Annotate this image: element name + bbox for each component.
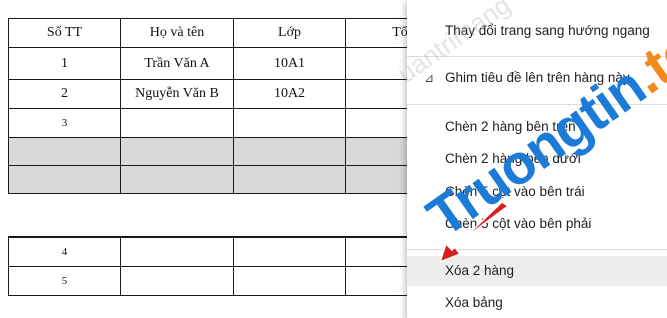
header-cell-class[interactable]: Lớp — [233, 18, 346, 48]
table-bottom: 4 5 — [8, 236, 469, 296]
table-cell[interactable] — [120, 266, 234, 296]
selected-row — [8, 137, 469, 166]
table-cell[interactable] — [233, 108, 346, 138]
selected-row — [8, 165, 469, 194]
table-top: Số TT Họ và tên Lớp Tổng 1 Trần Văn A 10… — [8, 18, 469, 194]
menu-item-delete-table[interactable]: Xóa bảng — [407, 288, 667, 318]
table-row: 5 — [8, 266, 469, 296]
table-cell[interactable] — [120, 108, 234, 138]
table-cell[interactable]: Trần Văn A — [120, 47, 234, 80]
table-cell[interactable]: 3 — [8, 108, 121, 138]
table-cell[interactable]: Nguyễn Văn B — [120, 79, 234, 109]
table-cell[interactable] — [8, 165, 121, 194]
table-row: 4 — [8, 237, 469, 267]
table-row: 3 — [8, 108, 469, 138]
table-cell[interactable] — [233, 165, 346, 194]
table-cell[interactable] — [233, 137, 346, 166]
table-cell[interactable]: 2 — [8, 79, 121, 109]
table-cell[interactable] — [120, 237, 234, 267]
table-cell[interactable]: 10A2 — [233, 79, 346, 109]
table-cell[interactable]: 10A1 — [233, 47, 346, 80]
table-cell[interactable] — [120, 165, 234, 194]
table-cell[interactable]: 1 — [8, 47, 121, 80]
table-header-row: Số TT Họ và tên Lớp Tổng — [8, 18, 469, 48]
table-cell[interactable] — [8, 137, 121, 166]
table-row: 2 Nguyễn Văn B 10A2 — [8, 79, 469, 109]
table-cell[interactable]: 5 — [8, 266, 121, 296]
header-cell-name[interactable]: Họ và tên — [120, 18, 234, 48]
table-cell[interactable] — [120, 137, 234, 166]
table-cell[interactable] — [233, 266, 346, 296]
header-cell-stt[interactable]: Số TT — [8, 18, 121, 48]
table-cell[interactable]: 4 — [8, 237, 121, 267]
table-cell[interactable] — [233, 237, 346, 267]
